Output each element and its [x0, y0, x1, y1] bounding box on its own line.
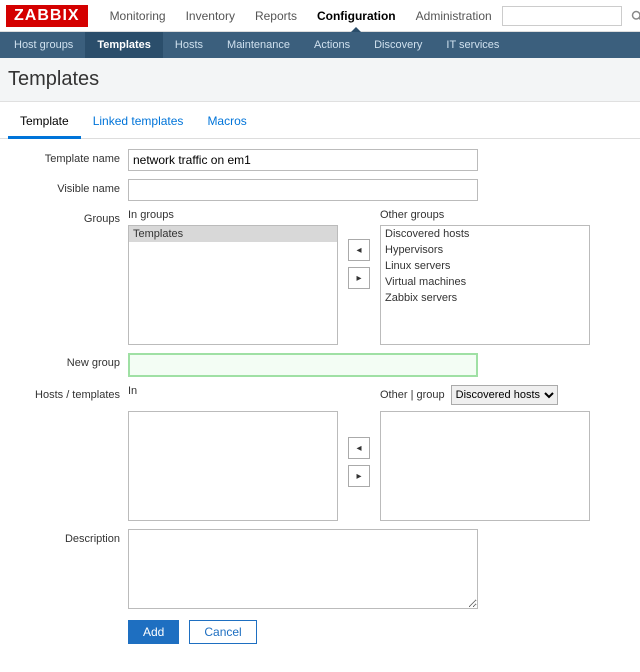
hosts-move-right-button[interactable]: ▸: [348, 465, 370, 487]
page-header: Templates: [0, 58, 640, 102]
search-input[interactable]: [502, 6, 622, 26]
top-bar: ZABBIX MonitoringInventoryReportsConfigu…: [0, 0, 640, 32]
cancel-button[interactable]: Cancel: [189, 620, 256, 644]
search-icon[interactable]: [630, 9, 640, 23]
subnav-item-discovery[interactable]: Discovery: [362, 32, 434, 58]
topnav-item-reports[interactable]: Reports: [245, 1, 307, 31]
visible-name-label: Visible name: [8, 179, 128, 201]
topnav-item-configuration[interactable]: Configuration: [307, 1, 406, 31]
subnav-item-templates[interactable]: Templates: [85, 32, 163, 58]
hosts-other-label: Other | group: [380, 389, 445, 401]
subnav-item-it-services[interactable]: IT services: [434, 32, 511, 58]
in-groups-listbox[interactable]: Templates: [128, 225, 338, 345]
page-title: Templates: [8, 68, 632, 91]
subnav-item-host-groups[interactable]: Host groups: [2, 32, 85, 58]
new-group-label: New group: [8, 353, 128, 377]
hosts-in-label: In: [128, 385, 338, 397]
list-item[interactable]: Linux servers: [381, 258, 589, 274]
hosts-move-left-button[interactable]: ◂: [348, 437, 370, 459]
list-item[interactable]: Hypervisors: [381, 242, 589, 258]
hosts-label: Hosts / templates: [8, 385, 128, 401]
top-nav: MonitoringInventoryReportsConfigurationA…: [100, 1, 502, 31]
list-item[interactable]: Discovered hosts: [381, 226, 589, 242]
topnav-item-inventory[interactable]: Inventory: [176, 1, 245, 31]
tab-linked-templates[interactable]: Linked templates: [81, 106, 196, 138]
other-groups-label: Other groups: [380, 209, 590, 221]
visible-name-input[interactable]: [128, 179, 478, 201]
description-label: Description: [8, 529, 128, 545]
logo: ZABBIX: [6, 5, 88, 27]
sub-nav: Host groupsTemplatesHostsMaintenanceActi…: [0, 32, 640, 58]
hosts-other-group-select[interactable]: Discovered hosts: [451, 385, 558, 405]
tabs: TemplateLinked templatesMacros: [0, 106, 640, 139]
in-groups-label: In groups: [128, 209, 338, 221]
tab-macros[interactable]: Macros: [195, 106, 258, 138]
template-name-input[interactable]: [128, 149, 478, 171]
list-item[interactable]: Virtual machines: [381, 274, 589, 290]
search-wrap: Sh: [502, 6, 640, 26]
topnav-item-monitoring[interactable]: Monitoring: [100, 1, 176, 31]
other-groups-listbox[interactable]: Discovered hostsHypervisorsLinux servers…: [380, 225, 590, 345]
new-group-input[interactable]: [128, 353, 478, 377]
topnav-item-administration[interactable]: Administration: [406, 1, 502, 31]
subnav-item-maintenance[interactable]: Maintenance: [215, 32, 302, 58]
template-name-label: Template name: [8, 149, 128, 171]
list-item[interactable]: Zabbix servers: [381, 290, 589, 306]
groups-label: Groups: [8, 209, 128, 225]
move-left-button[interactable]: ◂: [348, 239, 370, 261]
template-form: Template name Visible name Groups In gro…: [0, 139, 640, 672]
description-textarea[interactable]: [128, 529, 478, 609]
tab-template[interactable]: Template: [8, 106, 81, 139]
subnav-item-actions[interactable]: Actions: [302, 32, 362, 58]
list-item[interactable]: Templates: [129, 226, 337, 242]
move-right-button[interactable]: ▸: [348, 267, 370, 289]
subnav-item-hosts[interactable]: Hosts: [163, 32, 215, 58]
hosts-in-listbox[interactable]: [128, 411, 338, 521]
add-button[interactable]: Add: [128, 620, 179, 644]
hosts-other-listbox[interactable]: [380, 411, 590, 521]
